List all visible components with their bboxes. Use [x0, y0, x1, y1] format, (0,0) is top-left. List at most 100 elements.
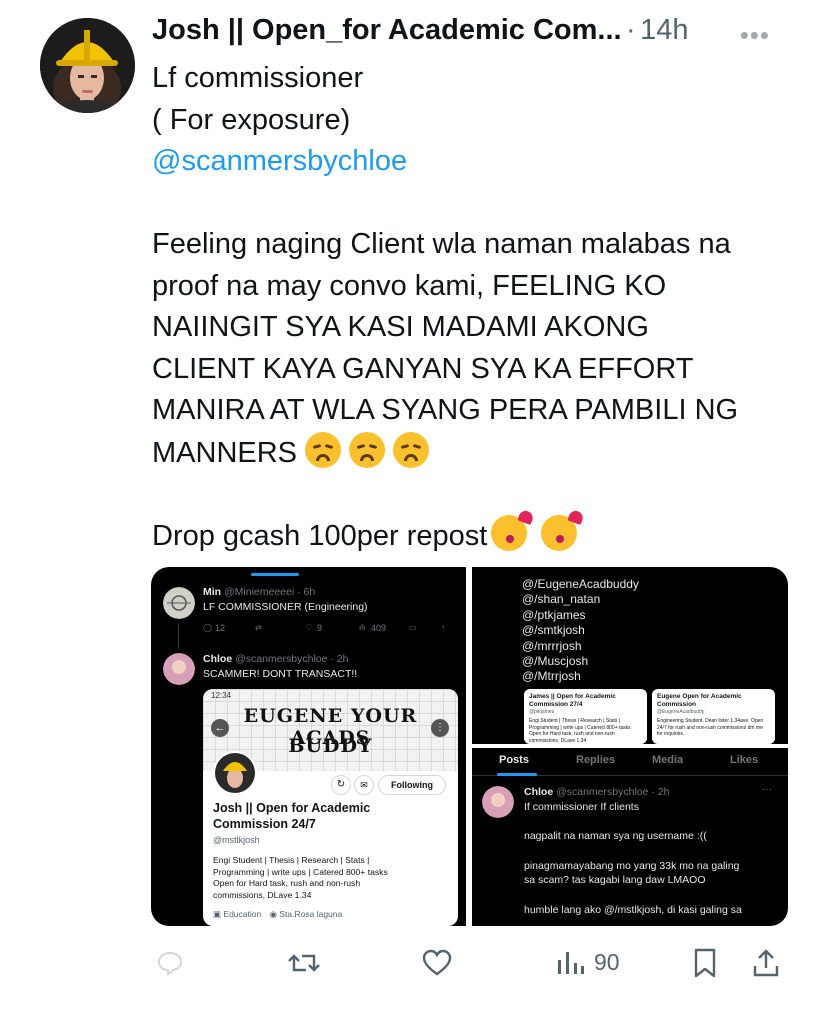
avatar[interactable] — [40, 18, 135, 113]
tweet[interactable]: Josh || Open_for Academic Com... · 14h •… — [0, 0, 827, 1009]
card-name: James || Open for Academic Commission 27… — [529, 693, 616, 708]
tab-indicator — [251, 573, 299, 576]
tweet-actions: 90 — [0, 940, 827, 985]
post-avatar — [163, 653, 195, 685]
post-author: Chloe — [203, 653, 233, 665]
share-button[interactable] — [752, 940, 780, 985]
handle-item: @/smtkjosh — [522, 623, 585, 638]
tab-likes: Likes — [730, 754, 759, 766]
text-line: ( For exposure) — [152, 103, 351, 136]
reply-icon — [157, 951, 183, 976]
reply-icon: ◯ — [203, 623, 212, 632]
profile-card: James || Open for Academic Commission 27… — [524, 689, 647, 744]
post-text-line: nagpalit na naman sya ng username :(( — [524, 830, 707, 842]
tweet-text: Lf commissioner ( For exposure) @scanmer… — [152, 58, 802, 556]
profile-card: Eugene Open for Academic Commission @Eug… — [652, 689, 775, 744]
card-name: Eugene Open for Academic Commission — [657, 693, 742, 708]
views-count: 90 — [594, 949, 620, 975]
bio-line: commissions, DLave 1.34 — [213, 889, 312, 900]
retweet-icon — [288, 953, 320, 972]
profile-handle: @mstlkjosh — [213, 835, 260, 845]
profile-tabs: Posts Replies Media Likes — [472, 748, 788, 776]
post-text-line: pinagmamayabang mo yang 33k mo na galing — [524, 860, 740, 872]
handle-item: @/Mtrrjosh — [522, 669, 581, 684]
more-icon: ⋮ — [431, 719, 449, 737]
post-text: LF COMMISSIONER (Engineering) — [203, 601, 368, 613]
face-blowing-kiss-icon — [491, 514, 528, 551]
profile-meta: ▣ Education ◉ Sta.Rosa laguna — [213, 909, 342, 920]
profile-bio: Engi Student | Thesis | Research | Stats… — [213, 855, 388, 901]
status-time: 12:34 — [211, 691, 232, 700]
text-line: proof na may convo kami, FEELING KO — [152, 269, 667, 302]
more-icon[interactable]: ••• — [740, 20, 770, 51]
post-text-line: humble lang ako @/mstlkjosh, di kasi gal… — [524, 904, 742, 916]
card-bio: Engi Student | Thesis | Research | Stats… — [529, 718, 631, 744]
reply-button[interactable] — [155, 940, 185, 985]
tab-media: Media — [652, 754, 684, 766]
tab-replies: Replies — [576, 754, 616, 766]
like-icon: ♡ — [305, 623, 313, 632]
display-name[interactable]: Josh || Open_for Academic Com... — [152, 14, 622, 46]
text-line: CLIENT KAYA GANYAN SYA KA EFFORT — [152, 352, 694, 385]
location-label: Sta.Rosa laguna — [279, 909, 343, 919]
timestamp[interactable]: 14h — [640, 14, 688, 46]
views-icon — [558, 951, 584, 974]
retweet-button[interactable] — [287, 940, 321, 985]
bookmark-button[interactable] — [692, 940, 718, 985]
text-line: MANIRA AT WLA SYANG PERA PAMBILI NG — [152, 394, 739, 426]
face-blowing-kiss-icon — [541, 514, 578, 551]
post-text-line: If commissioner If clients — [524, 801, 639, 813]
text-line-with-emoji: Drop gcash 100per repost — [152, 514, 802, 557]
profile-name-line-2: Commission 24/7 — [213, 817, 316, 831]
card-handle: @EugeneAcadbuddy — [657, 709, 705, 715]
embedded-profile-screenshot: 12:34 EUGENE YOUR ACADS BUDDY ← ⋮ ↻ ✉ Fo… — [203, 689, 458, 926]
handle-item: @/Muscjosh — [522, 654, 589, 669]
bio-line: Programming | write ups | Catered 800+ t… — [213, 866, 388, 877]
post-handle: @Miniemeeeei · 6h — [224, 586, 316, 598]
disappointed-face-icon — [305, 431, 342, 468]
profile-name-line-1: Josh || Open for Academic — [213, 801, 371, 815]
profile-avatar — [213, 751, 257, 795]
like-button[interactable] — [421, 940, 453, 985]
media-image-2[interactable]: @/EugeneAcadbuddy @/shan_natan @/ptkjame… — [472, 567, 788, 744]
active-tab-indicator — [497, 773, 537, 776]
handle-item: @/ptkjames — [522, 607, 586, 622]
post-author: Chloe — [524, 786, 554, 798]
post-text-line: sa scam? tas kagabi lang daw LMAOO — [524, 874, 706, 886]
bio-line: Engi Student | Thesis | Research | Stats… — [213, 855, 370, 865]
tab-posts: Posts — [499, 754, 529, 766]
text-line: MANNERS — [152, 436, 298, 469]
notification-icon: ↻ — [331, 775, 351, 795]
views-count: 409 — [371, 623, 387, 633]
back-arrow-icon: ← — [211, 719, 229, 737]
text-line: Drop gcash 100per repost — [152, 519, 488, 552]
share-icon: ↑ — [441, 623, 445, 632]
text-line-with-emoji: MANNERS — [152, 431, 802, 474]
bookmark-icon: ▭ — [409, 623, 417, 632]
retweet-icon: ⇄ — [255, 623, 262, 632]
post-avatar — [163, 587, 195, 619]
separator: · — [626, 14, 636, 46]
media-grid[interactable]: Min @Miniemeeeei · 6h LF COMMISSIONER (E… — [151, 567, 788, 926]
more-icon: ··· — [762, 784, 772, 795]
text-line: Feeling naging Client wla naman malabas … — [152, 228, 731, 260]
bookmark-icon — [694, 948, 716, 977]
disappointed-face-icon — [349, 431, 386, 468]
card-handle: @ptkjames — [529, 709, 555, 715]
post-handle: @scanmersbychloe · 2h — [235, 653, 349, 665]
media-image-3[interactable]: Posts Replies Media Likes Chloe @scanmer… — [472, 748, 788, 926]
location-icon: ◉ — [269, 909, 278, 919]
card-bio: Engineering Student, Dean lister 1.34ave… — [657, 718, 764, 737]
disappointed-face-icon — [393, 431, 430, 468]
mention-link[interactable]: @scanmersbychloe — [152, 141, 802, 183]
tweet-header: Josh || Open_for Academic Com... · 14h •… — [152, 14, 812, 54]
views-button[interactable]: 90 — [556, 940, 620, 985]
like-icon — [422, 949, 452, 975]
media-image-1[interactable]: Min @Miniemeeeei · 6h LF COMMISSIONER (E… — [151, 567, 466, 926]
handle-item: @/mrrrjosh — [522, 638, 582, 653]
message-icon: ✉ — [354, 775, 374, 795]
post-avatar — [482, 786, 514, 818]
share-icon — [753, 948, 779, 976]
views-icon: ılı — [359, 623, 366, 632]
handle-item: @/EugeneAcadbuddy — [522, 577, 639, 591]
